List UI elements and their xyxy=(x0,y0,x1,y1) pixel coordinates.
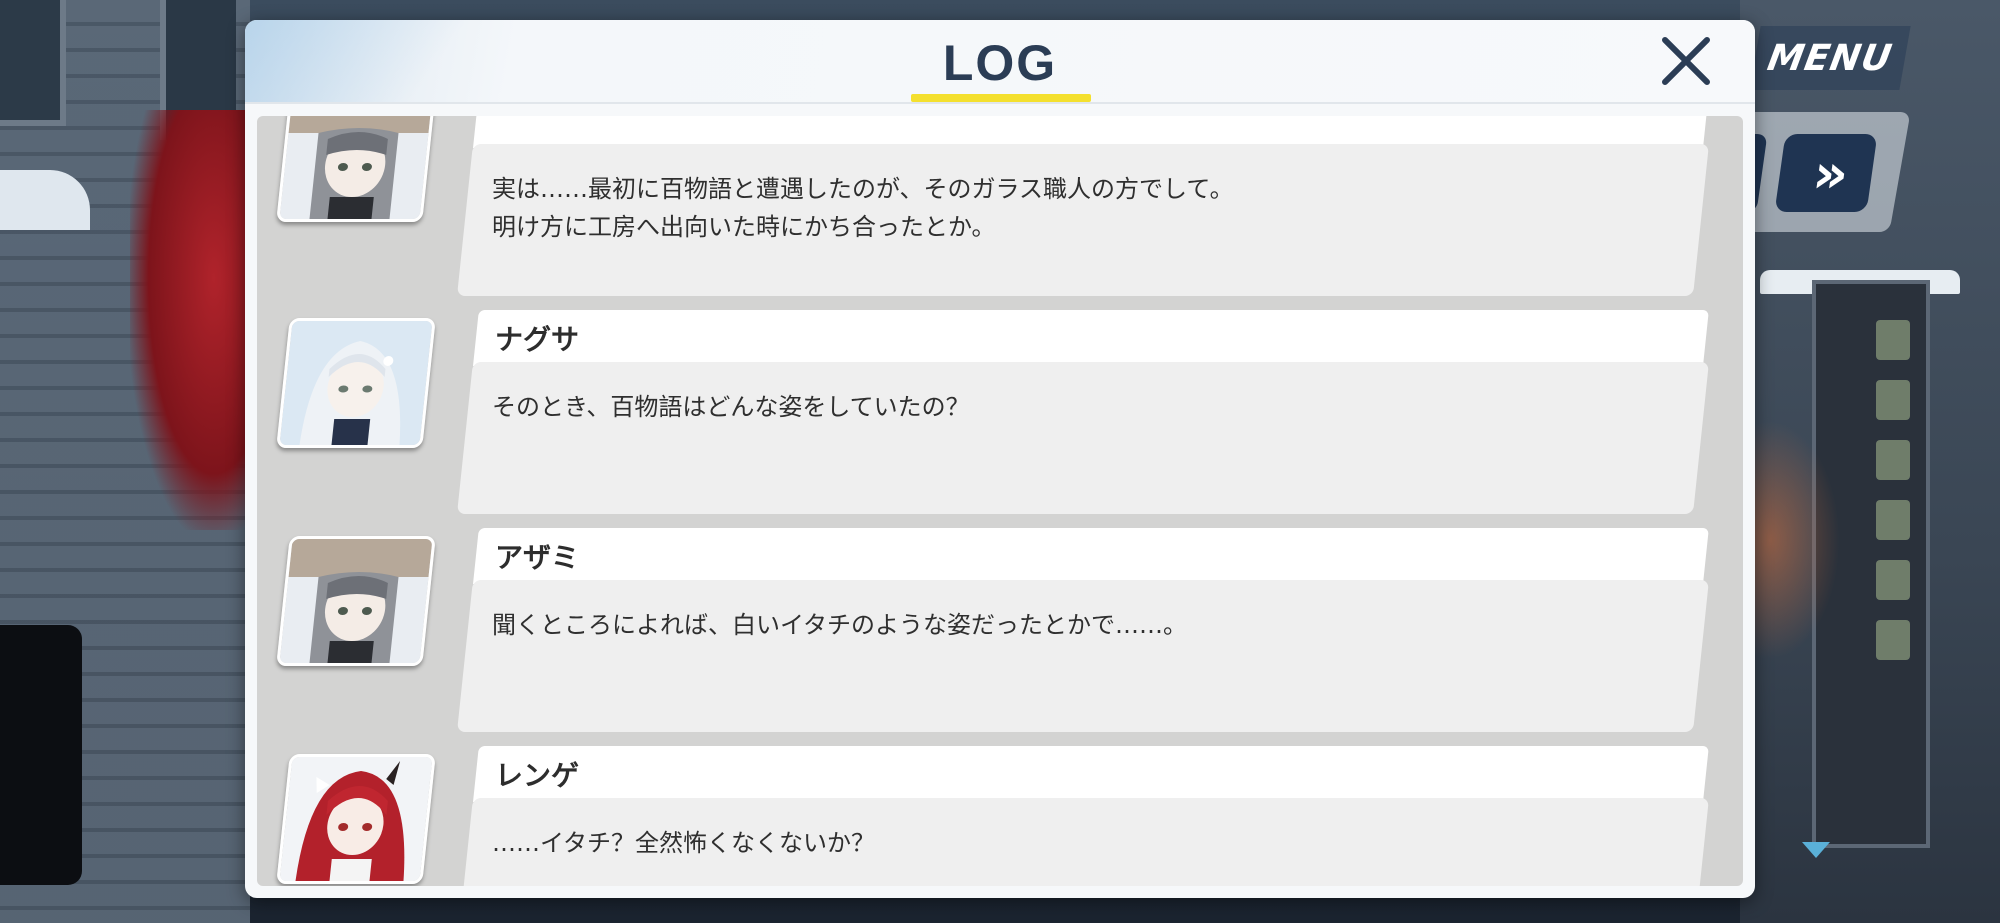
name-plate xyxy=(473,528,1709,584)
background-shop-item xyxy=(1876,560,1910,600)
fast-forward-icon: » xyxy=(1809,141,1843,205)
background-shop-item xyxy=(1876,380,1910,420)
log-window: LOG 実は……最初に百物語と遭遇したのが、そのガラス職人の方でして。 明け方に… xyxy=(245,20,1755,898)
background-shop-item xyxy=(1876,620,1910,660)
close-icon xyxy=(1662,37,1710,85)
character-portrait-image xyxy=(279,116,433,219)
name-plate xyxy=(473,310,1709,366)
speaker-name: アザミ xyxy=(495,541,580,574)
character-portrait-image xyxy=(279,757,433,881)
background-shop-item xyxy=(1876,320,1910,360)
log-list[interactable]: 実は……最初に百物語と遭遇したのが、そのガラス職人の方でして。 明け方に工房へ出… xyxy=(257,116,1743,886)
skip-button[interactable]: » xyxy=(1774,134,1878,212)
name-plate xyxy=(473,746,1709,802)
log-entry: 実は……最初に百物語と遭遇したのが、そのガラス職人の方でして。 明け方に工房へ出… xyxy=(257,116,1743,296)
background-shop-item xyxy=(1876,500,1910,540)
log-title: LOG xyxy=(942,35,1058,91)
scroll-down-icon[interactable] xyxy=(1802,842,1830,858)
log-header: LOG xyxy=(245,20,1755,104)
log-entry: レンゲ ……イタチ？全然怖くなくないか？ xyxy=(257,746,1743,886)
background-dark-panel xyxy=(0,625,82,885)
character-portrait-image xyxy=(279,539,433,663)
menu-button[interactable]: MENU xyxy=(1749,26,1911,90)
dialogue-text: 実は……最初に百物語と遭遇したのが、そのガラス職人の方でして。 明け方に工房へ出… xyxy=(492,175,1234,241)
background-window xyxy=(0,0,66,126)
speaker-name: レンゲ xyxy=(495,759,580,792)
dialogue-text: 聞くところによれば、白いイタチのような姿だったとかで……。 xyxy=(492,611,1188,639)
azami-portrait xyxy=(276,536,436,666)
log-entry: ナグサ そのとき、百物語はどんな姿をしていたの？ xyxy=(257,310,1743,514)
dialogue-box xyxy=(457,362,1709,514)
dialogue-box xyxy=(457,580,1709,732)
log-entry: アザミ 聞くところによれば、白いイタチのような姿だったとかで……。 xyxy=(257,528,1743,732)
nagusa-portrait xyxy=(276,318,436,448)
renge-portrait xyxy=(276,754,436,884)
title-underline xyxy=(911,94,1091,102)
close-button[interactable] xyxy=(1657,32,1715,90)
dialogue-text: ……イタチ？全然怖くなくないか？ xyxy=(492,829,876,857)
dialogue-text: そのとき、百物語はどんな姿をしていたの？ xyxy=(492,393,970,421)
character-portrait-image xyxy=(279,321,433,445)
speaker-name: ナグサ xyxy=(495,323,580,356)
azami-portrait xyxy=(276,116,436,222)
background-shop-item xyxy=(1876,440,1910,480)
